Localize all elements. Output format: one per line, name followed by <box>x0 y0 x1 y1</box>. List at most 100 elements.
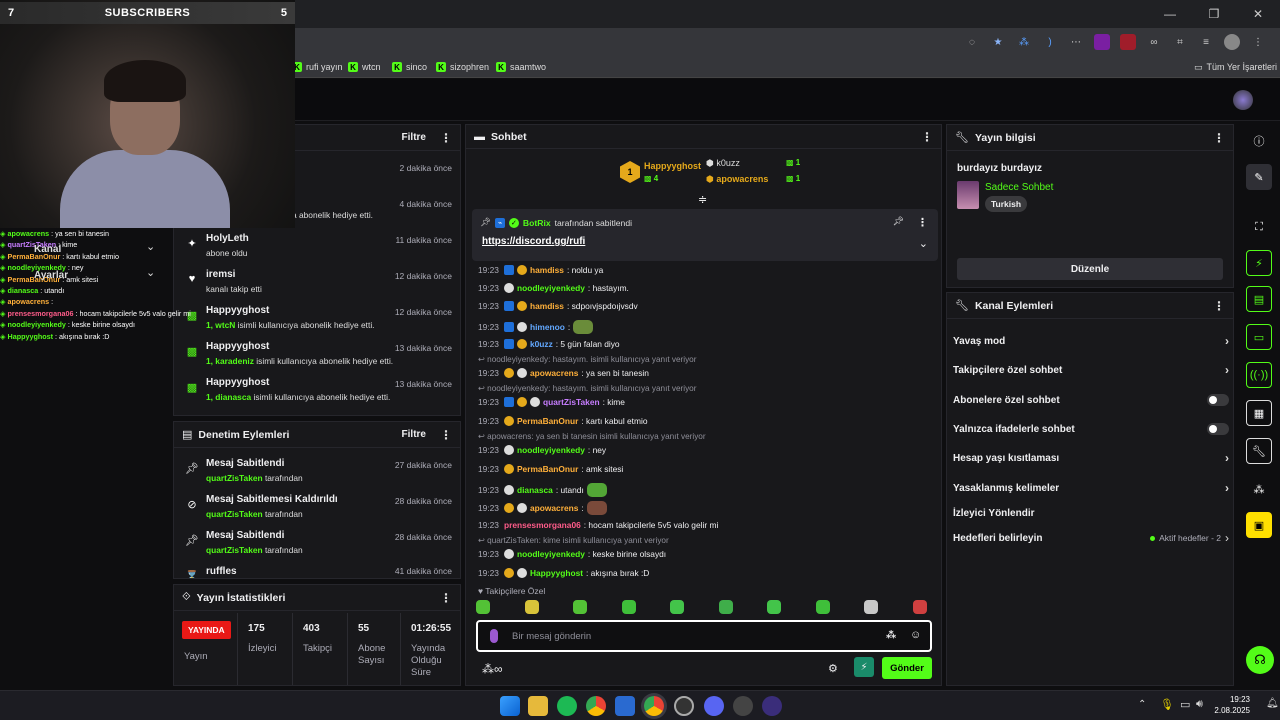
more-icon[interactable]: ⋮ <box>1213 299 1225 313</box>
more-icon[interactable]: ⋮ <box>440 591 452 605</box>
reading-list-icon[interactable]: ≡ <box>1198 34 1214 50</box>
support-headset-icon[interactable]: ☊ <box>1246 646 1274 674</box>
red-extension-icon[interactable] <box>1120 34 1136 50</box>
bookmark-item[interactable]: Krufi yayın <box>292 59 343 75</box>
top-gifter-name[interactable]: Happyyghost <box>644 161 701 171</box>
emote-picker-item[interactable] <box>815 600 830 614</box>
goals-row[interactable]: Hedefleri belirleyin Aktif hedefler - 2 › <box>953 526 1229 550</box>
app-icon[interactable] <box>762 696 782 716</box>
chat-username[interactable]: prensesmorgana06 <box>504 520 581 530</box>
followers-only-row[interactable]: Takipçilere özel sohbet › <box>953 358 1229 382</box>
filter-button[interactable]: Filtre <box>402 132 426 143</box>
emote-picker-item[interactable] <box>767 600 781 614</box>
edit-pencil-icon[interactable]: ✎ <box>1246 164 1272 190</box>
edit-button[interactable]: Düzenle <box>957 258 1223 280</box>
chrome-icon[interactable] <box>586 696 606 716</box>
chat-username[interactable]: k0uzz <box>530 339 553 349</box>
chat-username[interactable]: noodleyiyenkedy <box>517 549 585 559</box>
more-icon[interactable]: ⋮ <box>440 428 452 442</box>
bookmark-item[interactable]: Kwtcn <box>348 59 381 75</box>
chat-username[interactable]: apowacrens <box>530 368 578 378</box>
raid-row[interactable]: İzleyici Yönlendir <box>953 501 1229 525</box>
chat-input[interactable]: Bir mesaj gönderin ⁂ ☺ <box>476 620 932 652</box>
broadcast-icon[interactable]: ((·)) <box>1246 362 1272 388</box>
translate-icon[interactable]: ⁂ <box>886 630 896 641</box>
bookmark-star-icon[interactable]: ★ <box>990 34 1006 50</box>
emote-only-toggle[interactable] <box>1207 423 1229 435</box>
browser-menu-icon[interactable]: ⋮ <box>1250 34 1266 50</box>
chat-username[interactable]: noodleyiyenkedy <box>517 283 585 293</box>
windows-start-icon[interactable] <box>500 696 520 716</box>
unpin-icon[interactable]: 📌︎ <box>893 216 904 227</box>
tray-chevron-icon[interactable]: ⌃ <box>1138 699 1146 710</box>
more-icon[interactable]: ⋮ <box>440 131 452 145</box>
mic-tray-icon[interactable]: 🎙︎ <box>1160 698 1174 711</box>
chat-username[interactable]: noodleyiyenkedy <box>517 445 585 455</box>
bookmark-item[interactable]: Ksizophren <box>436 59 489 75</box>
grid-extension-icon[interactable]: ⋯ <box>1068 34 1084 50</box>
emote-picker-item[interactable] <box>573 600 587 614</box>
category-name[interactable]: Sadece Sohbet <box>985 182 1053 193</box>
chevron-down-icon[interactable]: ⌄ <box>146 266 155 279</box>
profile-avatar-icon[interactable] <box>1224 34 1240 50</box>
slow-mode-row[interactable]: Yavaş mod › <box>953 329 1229 353</box>
notes-icon[interactable]: ▤ <box>1246 286 1272 312</box>
more-icon[interactable]: ⋮ <box>917 216 928 229</box>
file-explorer-icon[interactable] <box>528 696 548 716</box>
more-icon[interactable]: ⋮ <box>921 130 933 144</box>
user-avatar[interactable] <box>1233 90 1253 110</box>
chat-username[interactable]: himenoo <box>530 322 565 332</box>
pinned-link[interactable]: https://discord.gg/rufi <box>482 236 585 247</box>
emote-picker-item[interactable] <box>912 600 927 614</box>
chat-icon[interactable]: ▭ <box>1246 324 1272 350</box>
wave-extension-icon[interactable]: ) <box>1042 34 1058 50</box>
chat-username[interactable]: PermaBanOnur <box>517 416 578 426</box>
volume-icon[interactable]: 🔊︎ <box>1196 698 1203 711</box>
emote-picker-item[interactable] <box>621 600 636 614</box>
eye-off-icon[interactable]: ◌ <box>964 34 980 50</box>
share-icon[interactable]: ⁂ <box>1246 476 1272 502</box>
subs-only-toggle[interactable] <box>1207 394 1229 406</box>
glasses-extension-icon[interactable]: ∞ <box>1146 34 1162 50</box>
minimize-icon[interactable]: — <box>1148 0 1192 28</box>
all-bookmarks[interactable]: ▭ Tüm Yer İşaretleri <box>1194 59 1277 75</box>
chat-username[interactable]: quartZisTaken <box>543 397 600 407</box>
emote-picker-item[interactable] <box>476 600 490 614</box>
settings-gear-icon[interactable]: ⚙ <box>828 662 838 675</box>
chevron-down-icon[interactable]: ⌄ <box>146 240 155 253</box>
spotify-icon[interactable] <box>557 696 577 716</box>
wrench-icon[interactable]: 🔧︎ <box>1246 438 1272 464</box>
more-icon[interactable]: ⋮ <box>1213 131 1225 145</box>
network-icon[interactable]: ▭ <box>1180 698 1190 711</box>
gifter-2[interactable]: ⬢ k0uzz <box>706 158 740 169</box>
translate-extension-icon[interactable]: ⁂ <box>1016 34 1032 50</box>
system-clock[interactable]: 19:23 2.08.2025 <box>1214 694 1250 716</box>
purple-extension-icon[interactable] <box>1094 34 1110 50</box>
filter-button[interactable]: Filtre <box>402 429 426 440</box>
chat-username[interactable]: hamdiss <box>530 301 564 311</box>
puzzle-icon[interactable]: ⌗ <box>1172 34 1188 50</box>
app-icon[interactable] <box>615 696 635 716</box>
chevron-down-icon[interactable]: ⌄ <box>919 237 928 250</box>
bot-command-icon[interactable]: ⚡ <box>854 657 874 677</box>
banned-words-row[interactable]: Yasaklanmış kelimeler › <box>953 476 1229 500</box>
emote-picker-item[interactable] <box>670 600 684 614</box>
bookmark-item[interactable]: Ksinco <box>392 59 427 75</box>
discord-icon[interactable] <box>704 696 724 716</box>
emote-picker-item[interactable] <box>524 600 539 614</box>
bookmark-item[interactable]: Ksaamtwo <box>496 59 546 75</box>
obs-icon[interactable] <box>674 696 694 716</box>
notifications-icon[interactable]: 🔔︎ <box>1266 698 1279 709</box>
info-icon[interactable]: ⓘ <box>1246 128 1272 154</box>
close-icon[interactable]: ✕ <box>1236 0 1280 28</box>
collapse-icon[interactable]: ≑ <box>698 193 707 206</box>
app-icon[interactable] <box>733 696 753 716</box>
chat-username[interactable]: hamdiss <box>530 265 564 275</box>
chrome-active-icon[interactable] <box>644 696 664 716</box>
layout-icon[interactable]: ▦ <box>1246 400 1272 426</box>
account-age-row[interactable]: Hesap yaşı kısıtlaması › <box>953 446 1229 470</box>
chat-username[interactable]: Happyyghost <box>530 568 583 578</box>
clapper-icon[interactable]: ▣ <box>1246 512 1272 538</box>
fullscreen-icon[interactable]: ⛶ <box>1246 214 1272 240</box>
chat-username[interactable]: PermaBanOnur <box>517 464 578 474</box>
